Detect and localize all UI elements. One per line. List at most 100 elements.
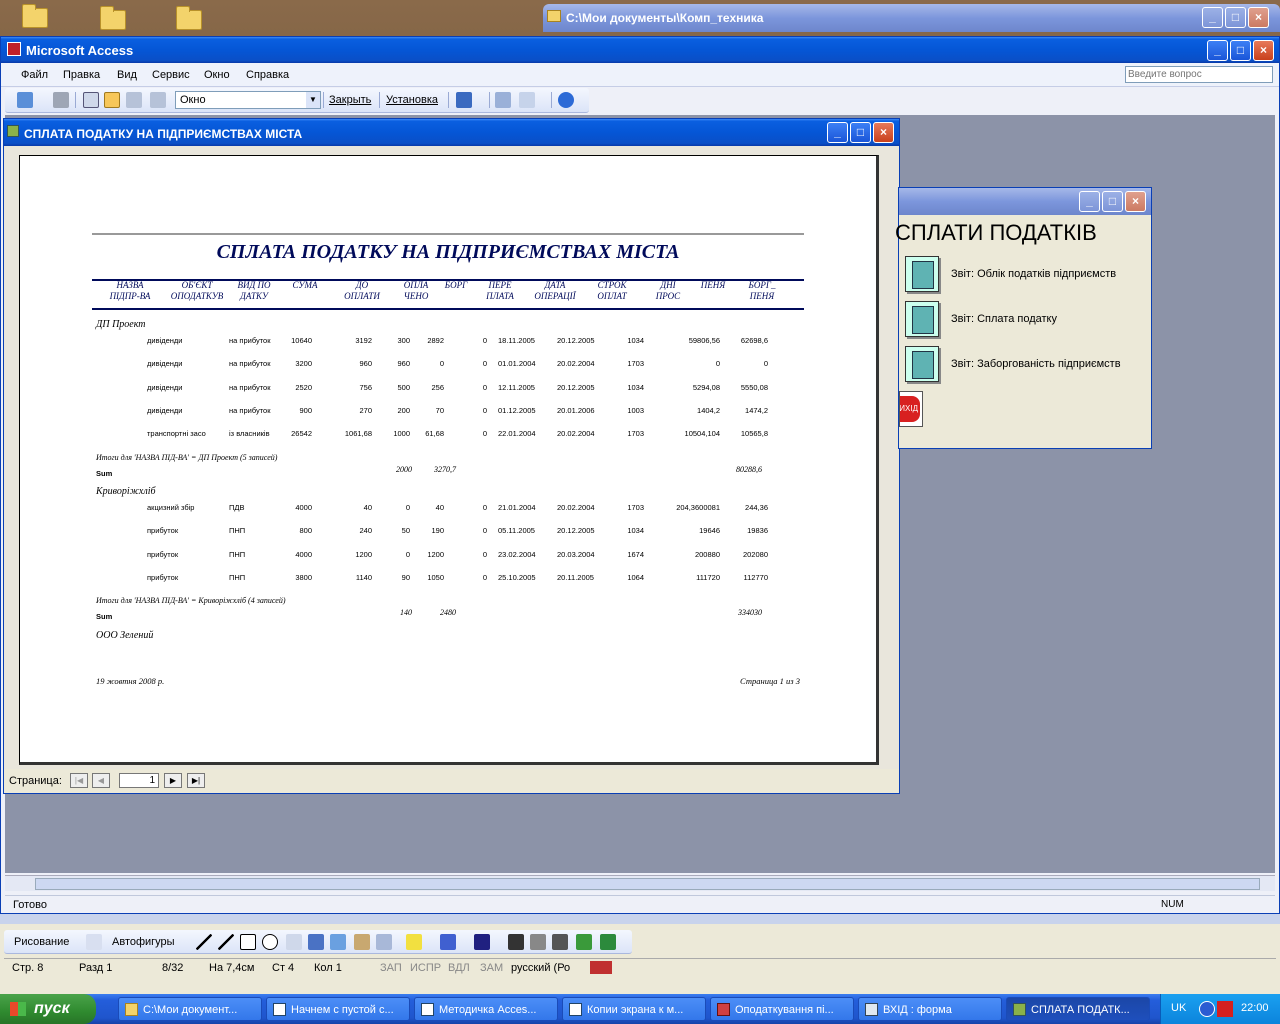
report-book-icon[interactable] <box>905 256 939 292</box>
task-word-2[interactable]: Методичка Acces... <box>414 997 558 1021</box>
form-titlebar[interactable]: _ □ × <box>899 188 1151 215</box>
help-icon[interactable] <box>558 92 574 108</box>
close-preview-button[interactable]: Закрыть <box>329 94 371 106</box>
arrow-icon[interactable] <box>218 934 234 950</box>
menu-help[interactable]: Справка <box>246 69 289 81</box>
scroll-thumb[interactable] <box>35 878 1260 890</box>
textbox-icon[interactable] <box>286 934 302 950</box>
clipart-icon[interactable] <box>354 934 370 950</box>
drawing-menu[interactable]: Рисование <box>14 936 69 948</box>
menu-edit[interactable]: Правка <box>63 69 100 81</box>
help-question-input[interactable] <box>1125 66 1273 83</box>
rectangle-icon[interactable] <box>240 934 256 950</box>
chevron-left-icon[interactable] <box>1199 1001 1215 1017</box>
minimize-button[interactable]: _ <box>827 122 848 143</box>
language-indicator[interactable]: UK <box>1171 1002 1186 1014</box>
task-report[interactable]: СПЛАТА ПОДАТК... <box>1006 997 1150 1021</box>
nav-label: Страница: <box>9 775 62 787</box>
zoom-icon[interactable] <box>83 92 99 108</box>
maximize-button[interactable]: □ <box>850 122 871 143</box>
explorer-window-titlebar[interactable]: C:\Мои документы\Комп_техника _ □ × <box>543 4 1280 32</box>
report-link-2[interactable]: Звіт: Сплата податку <box>951 313 1057 325</box>
fill-color-icon[interactable] <box>406 934 422 950</box>
font-color-icon[interactable] <box>474 934 490 950</box>
page-number-input[interactable]: 1 <box>119 773 159 788</box>
one-page-icon[interactable] <box>104 92 120 108</box>
close-button[interactable]: × <box>873 122 894 143</box>
table-cell: 50 <box>401 526 410 536</box>
column-header: СУМА <box>292 280 318 290</box>
minimize-button[interactable]: _ <box>1079 191 1100 212</box>
report-book-icon[interactable] <box>905 346 939 382</box>
task-access-db[interactable]: Оподаткування пі... <box>710 997 854 1021</box>
shadow-icon[interactable] <box>576 934 592 950</box>
line-style-icon[interactable] <box>508 934 524 950</box>
last-page-button[interactable]: ▶| <box>187 773 205 788</box>
dash-style-icon[interactable] <box>530 934 546 950</box>
report-titlebar[interactable]: СПЛАТА ПОДАТКУ НА ПІДПРИЄМСТВАХ МІСТА _ … <box>4 119 899 146</box>
word-export-icon[interactable] <box>456 92 472 108</box>
spelling-icon[interactable] <box>590 961 612 974</box>
column-header: ДАТА ОПЕРАЦІЇ <box>534 280 576 301</box>
print-icon[interactable] <box>53 92 69 108</box>
arrow-style-icon[interactable] <box>552 934 568 950</box>
table-cell: 5294,08 <box>692 382 720 392</box>
multiple-pages-icon[interactable] <box>150 92 166 108</box>
table-cell: 200880 <box>694 549 720 559</box>
chevron-down-icon[interactable]: ▼ <box>306 92 320 108</box>
two-pages-icon[interactable] <box>126 92 142 108</box>
3d-icon[interactable] <box>600 934 616 950</box>
maximize-button[interactable]: □ <box>1102 191 1123 212</box>
close-button[interactable]: × <box>1253 40 1274 61</box>
table-cell: 25.10.2005 <box>498 572 536 582</box>
report-book-icon[interactable] <box>905 301 939 337</box>
minimize-button[interactable]: _ <box>1207 40 1228 61</box>
menu-file[interactable]: Файл <box>21 69 48 81</box>
next-page-button[interactable]: ▶ <box>164 773 182 788</box>
exit-button[interactable]: ВИХІД <box>899 391 923 427</box>
report-link-1[interactable]: Звіт: Облік податків підприємств <box>951 268 1116 280</box>
prev-page-button[interactable]: ◀ <box>92 773 110 788</box>
access-titlebar[interactable]: Microsoft Access _ □ × <box>1 37 1279 63</box>
close-button[interactable]: × <box>1248 7 1269 28</box>
picture-icon[interactable] <box>376 934 392 950</box>
task-word-3[interactable]: Копии экрана к м... <box>562 997 706 1021</box>
maximize-button[interactable]: □ <box>1230 40 1251 61</box>
start-button[interactable]: пуск <box>0 994 96 1024</box>
line-icon[interactable] <box>196 934 212 950</box>
desktop-icon-2[interactable] <box>96 4 130 34</box>
task-explorer[interactable]: C:\Мои документ... <box>118 997 262 1021</box>
line-color-icon[interactable] <box>440 934 456 950</box>
table-cell: дивіденди <box>147 405 183 415</box>
menu-window[interactable]: Окно <box>204 69 230 81</box>
new-object-icon[interactable] <box>519 92 535 108</box>
select-arrow-icon[interactable] <box>86 934 102 950</box>
table-cell: 2520 <box>295 382 312 392</box>
wordart-icon[interactable] <box>308 934 324 950</box>
form-icon <box>865 1003 878 1016</box>
report-link-3[interactable]: Звіт: Заборгованість підприємств <box>951 358 1121 370</box>
minimize-button[interactable]: _ <box>1202 7 1223 28</box>
task-word-1[interactable]: Начнем с пустой с... <box>266 997 410 1021</box>
menu-tools[interactable]: Сервис <box>152 69 190 81</box>
table-cell: 20.02.2004 <box>557 359 595 369</box>
desktop-icon-1[interactable] <box>18 2 52 32</box>
column-header: БОРГ_ ПЕНЯ <box>748 280 776 301</box>
oval-icon[interactable] <box>262 934 278 950</box>
close-button[interactable]: × <box>1125 191 1146 212</box>
title-rule <box>92 233 804 235</box>
diagram-icon[interactable] <box>330 934 346 950</box>
desktop-icon-3[interactable] <box>172 4 206 34</box>
autoshapes-menu[interactable]: Автофигуры <box>112 936 175 948</box>
page-setup-button[interactable]: Установка <box>386 94 438 106</box>
database-window-icon[interactable] <box>495 92 511 108</box>
menu-view[interactable]: Вид <box>117 69 137 81</box>
table-cell: 1703 <box>627 429 644 439</box>
maximize-button[interactable]: □ <box>1225 7 1246 28</box>
task-form[interactable]: ВХІД : форма <box>858 997 1002 1021</box>
first-page-button[interactable]: |◀ <box>70 773 88 788</box>
view-icon[interactable] <box>17 92 33 108</box>
antivirus-icon[interactable] <box>1217 1001 1233 1017</box>
horizontal-scrollbar[interactable] <box>5 875 1275 891</box>
zoom-combobox[interactable]: Окно ▼ <box>175 91 321 109</box>
